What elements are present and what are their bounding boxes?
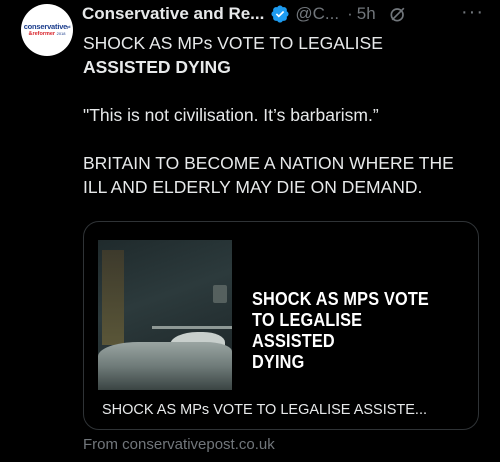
verified-badge-icon[interactable] (270, 4, 290, 24)
tweet-line-1: SHOCK AS MPs VOTE TO LEGALISE (83, 33, 383, 53)
avatar-brand-mark: pl (67, 24, 71, 29)
avatar-brand-year: 2018 (56, 31, 66, 36)
grok-icon[interactable] (388, 4, 408, 24)
tweet-text: SHOCK AS MPs VOTE TO LEGALISE ASSISTED D… (83, 31, 488, 199)
tweet-line-3: BRITAIN TO BECOME A NATION WHERE THE (83, 153, 454, 173)
card-headline-line: TO LEGALISE ASSISTED (252, 309, 363, 351)
more-options-icon[interactable]: ··· (461, 2, 484, 22)
card-headline: SHOCK AS MPS VOTE TO LEGALISE ASSISTED D… (252, 288, 446, 372)
separator-dot: · (347, 4, 353, 23)
hospital-bed-image (98, 240, 232, 390)
timestamp[interactable]: 5h (357, 4, 376, 24)
card-title-overlay: SHOCK AS MPs VOTE TO LEGALISE ASSISTE... (96, 399, 434, 421)
avatar[interactable]: conservativepl &reformer 2018 (21, 4, 73, 56)
link-preview-card[interactable]: SHOCK AS MPS VOTE TO LEGALISE ASSISTED D… (83, 221, 479, 430)
avatar-brand-text: conservative (23, 22, 68, 31)
tweet-quote: "This is not civilisation. It’s barbaris… (83, 105, 379, 125)
tweet-header: Conservative and Re... @C... · 5h ··· (82, 2, 492, 25)
tweet[interactable]: conservativepl &reformer 2018 Conservati… (0, 0, 500, 462)
card-source-link[interactable]: From conservativepost.co.uk (83, 436, 275, 453)
handle[interactable]: @C... (295, 4, 339, 24)
display-name[interactable]: Conservative and Re... (82, 4, 264, 24)
avatar-brand-subtext: &reformer (28, 31, 56, 37)
card-headline-line: DYING (252, 351, 305, 372)
tweet-line-2: ASSISTED DYING (83, 57, 231, 77)
tweet-line-4: ILL AND ELDERLY MAY DIE ON DEMAND. (83, 177, 423, 197)
card-headline-line: SHOCK AS MPS VOTE (252, 288, 429, 309)
